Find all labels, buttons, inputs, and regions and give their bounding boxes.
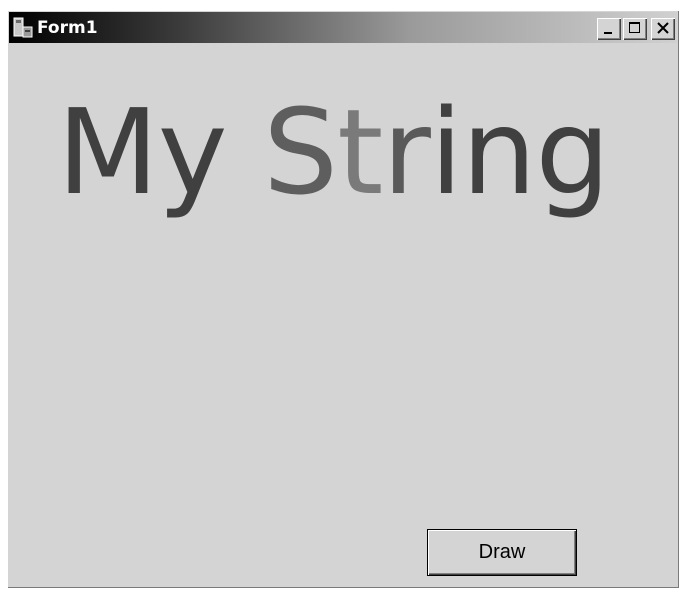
drawn-string: My String: [57, 82, 610, 222]
minimize-icon: [603, 20, 615, 39]
drawn-string-part: S: [263, 83, 338, 221]
form-window: Form1 My String Draw: [7, 10, 679, 588]
drawn-string-part: t: [337, 83, 383, 221]
minimize-button[interactable]: [597, 18, 621, 40]
drawn-string-part: My: [57, 83, 264, 221]
title-bar[interactable]: Form1: [9, 12, 677, 43]
maximize-button[interactable]: [623, 18, 647, 40]
maximize-icon: [628, 20, 642, 39]
drawn-string-part: r: [382, 83, 431, 221]
form-app-icon[interactable]: [13, 17, 33, 39]
draw-button[interactable]: Draw: [427, 529, 577, 576]
drawn-string-part: ing: [429, 83, 610, 221]
close-button[interactable]: [651, 18, 675, 40]
window-title: Form1: [37, 18, 98, 38]
close-icon: [656, 20, 670, 39]
